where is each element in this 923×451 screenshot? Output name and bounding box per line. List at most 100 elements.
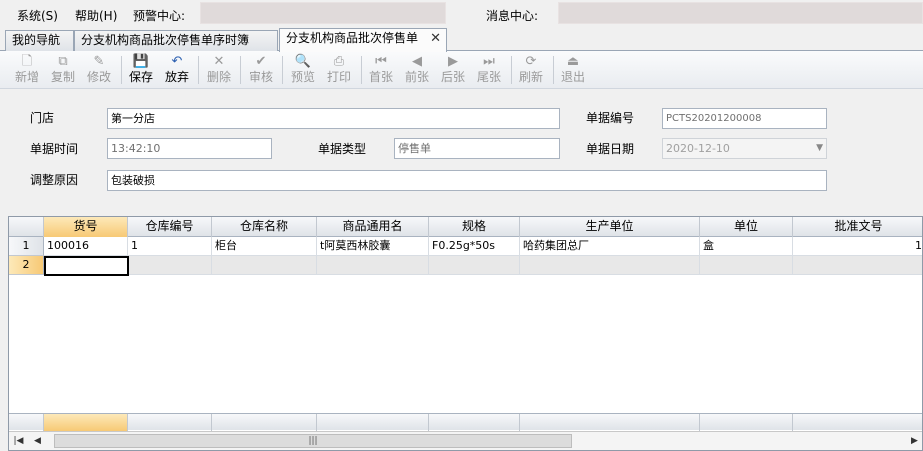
- cell-unit[interactable]: 盒: [700, 237, 793, 256]
- cell-warehouse-name[interactable]: 柜台: [212, 237, 317, 256]
- doc-date-picker[interactable]: 2020-12-10 ▼: [662, 138, 827, 159]
- copy-icon: ⧉: [58, 54, 68, 69]
- doc-number-field[interactable]: PCTS20201200008: [662, 108, 827, 129]
- discard-button[interactable]: ↶ 放弃: [160, 53, 194, 87]
- tab-label: 分支机构商品批次停售单: [286, 31, 419, 45]
- scroll-thumb[interactable]: |||: [54, 434, 572, 448]
- adjust-reason-field[interactable]: 包装破损: [107, 170, 827, 191]
- undo-icon: ↶: [171, 54, 183, 69]
- cell-spec[interactable]: [429, 256, 520, 275]
- footer-cell: [793, 414, 922, 431]
- toolbar-separator: [553, 56, 554, 84]
- doc-time-field[interactable]: 13:42:10: [107, 138, 272, 159]
- cell-warehouse-name[interactable]: [212, 256, 317, 275]
- column-header[interactable]: 单位: [700, 217, 793, 237]
- grid-footer: [9, 413, 922, 431]
- alert-center-box[interactable]: [200, 2, 446, 24]
- horizontal-scrollbar[interactable]: |◀ ◀ ||| ▶: [9, 431, 922, 450]
- detail-grid: 货号 仓库编号 仓库名称 商品通用名 规格 生产单位 单位 批准文号 1 100…: [8, 216, 923, 451]
- cell-item-no[interactable]: 100016: [44, 237, 128, 256]
- footer-cell: [128, 414, 212, 431]
- toolbar-separator: [198, 56, 199, 84]
- cell-warehouse-no[interactable]: [129, 256, 212, 275]
- footer-cell: [9, 414, 44, 431]
- exit-icon: ⏏: [566, 54, 580, 69]
- cell-manufacturer[interactable]: 哈药集团总厂: [520, 237, 700, 256]
- audit-icon: ✔: [255, 54, 267, 69]
- grid-corner[interactable]: [9, 217, 44, 237]
- preview-button[interactable]: 🔍 预览: [286, 53, 320, 87]
- delete-icon: ✕: [213, 54, 225, 69]
- new-button[interactable]: 🗋 新增: [10, 53, 44, 87]
- last-record-label: 尾张: [476, 70, 501, 84]
- refresh-label: 刷新: [518, 70, 543, 84]
- column-header[interactable]: 生产单位: [520, 217, 700, 237]
- scroll-home-icon[interactable]: |◀: [10, 433, 27, 449]
- first-record-button[interactable]: ⏮ 首张: [364, 53, 398, 87]
- tab-stop-sale-list[interactable]: 分支机构商品批次停售单序时簿: [74, 30, 278, 51]
- save-icon: 💾: [132, 54, 150, 69]
- cell-item-no-editing[interactable]: [44, 256, 129, 276]
- last-record-button[interactable]: ⏭ 尾张: [472, 53, 506, 87]
- cell-overflow-text: 1: [915, 239, 922, 252]
- cell-unit[interactable]: [700, 256, 793, 275]
- print-button[interactable]: ⎙ 打印: [322, 53, 356, 87]
- menu-bar: 系统(S) 帮助(H) 预警中心: 消息中心:: [0, 0, 923, 28]
- row-number[interactable]: 1: [9, 237, 44, 256]
- cell-generic-name[interactable]: t阿莫西林胶囊: [317, 237, 429, 256]
- chevron-down-icon[interactable]: ▼: [816, 139, 823, 158]
- cell-approval-no[interactable]: 1: [793, 237, 922, 256]
- grip-icon: |||: [308, 436, 318, 446]
- tab-strip: 我的导航 分支机构商品批次停售单序时簿 分支机构商品批次停售单 ✕: [0, 28, 923, 52]
- preview-icon: 🔍: [294, 54, 312, 69]
- footer-cell: [317, 414, 429, 431]
- doc-type-field[interactable]: 停售单: [394, 138, 560, 159]
- print-icon: ⎙: [333, 54, 345, 69]
- cell-generic-name[interactable]: [317, 256, 429, 275]
- cell-spec[interactable]: F0.25g*50s: [429, 237, 520, 256]
- column-header[interactable]: 批准文号: [793, 217, 922, 237]
- save-button[interactable]: 💾 保存: [124, 53, 158, 87]
- scroll-left-icon[interactable]: ◀: [29, 433, 46, 449]
- close-icon[interactable]: ✕: [430, 29, 441, 48]
- message-center-box[interactable]: [558, 2, 923, 24]
- previous-record-icon: ◀: [412, 54, 422, 69]
- table-row[interactable]: 1 100016 1 柜台 t阿莫西林胶囊 F0.25g*50s 哈药集团总厂 …: [9, 237, 922, 256]
- column-header[interactable]: 商品通用名: [317, 217, 429, 237]
- store-label: 门店: [30, 111, 55, 125]
- tab-my-navigation[interactable]: 我的导航: [5, 30, 74, 51]
- tab-stop-sale-doc[interactable]: 分支机构商品批次停售单 ✕: [279, 28, 447, 52]
- doc-type-label: 单据类型: [318, 142, 367, 156]
- cell-approval-no[interactable]: [793, 256, 922, 275]
- cell-manufacturer[interactable]: [520, 256, 700, 275]
- table-row[interactable]: 2: [9, 256, 922, 276]
- copy-button[interactable]: ⧉ 复制: [46, 53, 80, 87]
- next-record-label: 后张: [440, 70, 465, 84]
- column-header[interactable]: 仓库编号: [128, 217, 212, 237]
- next-record-button[interactable]: ▶ 后张: [436, 53, 470, 87]
- message-center-label: 消息中心:: [486, 9, 539, 23]
- column-header[interactable]: 货号: [44, 217, 128, 237]
- menu-system[interactable]: 系统(S): [17, 7, 58, 24]
- grid-header: 货号 仓库编号 仓库名称 商品通用名 规格 生产单位 单位 批准文号: [9, 217, 922, 237]
- edit-button[interactable]: ✎ 修改: [82, 53, 116, 87]
- previous-record-button[interactable]: ◀ 前张: [400, 53, 434, 87]
- row-number[interactable]: 2: [9, 256, 44, 275]
- exit-button[interactable]: ⏏ 退出: [556, 53, 590, 87]
- toolbar-separator: [282, 56, 283, 84]
- column-header[interactable]: 规格: [429, 217, 520, 237]
- menu-help[interactable]: 帮助(H): [75, 7, 117, 24]
- audit-button[interactable]: ✔ 审核: [244, 53, 278, 87]
- delete-button[interactable]: ✕ 删除: [202, 53, 236, 87]
- doc-date-value: 2020-12-10: [666, 142, 730, 155]
- column-header[interactable]: 仓库名称: [212, 217, 317, 237]
- next-record-icon: ▶: [448, 54, 458, 69]
- footer-cell: [212, 414, 317, 431]
- refresh-button[interactable]: ⟳ 刷新: [514, 53, 548, 87]
- footer-cell: [429, 414, 520, 431]
- footer-cell: [520, 414, 700, 431]
- scroll-right-icon[interactable]: ▶: [906, 433, 922, 449]
- cell-warehouse-no[interactable]: 1: [128, 237, 212, 256]
- new-label: 新增: [14, 70, 39, 84]
- store-field[interactable]: 第一分店: [107, 108, 560, 129]
